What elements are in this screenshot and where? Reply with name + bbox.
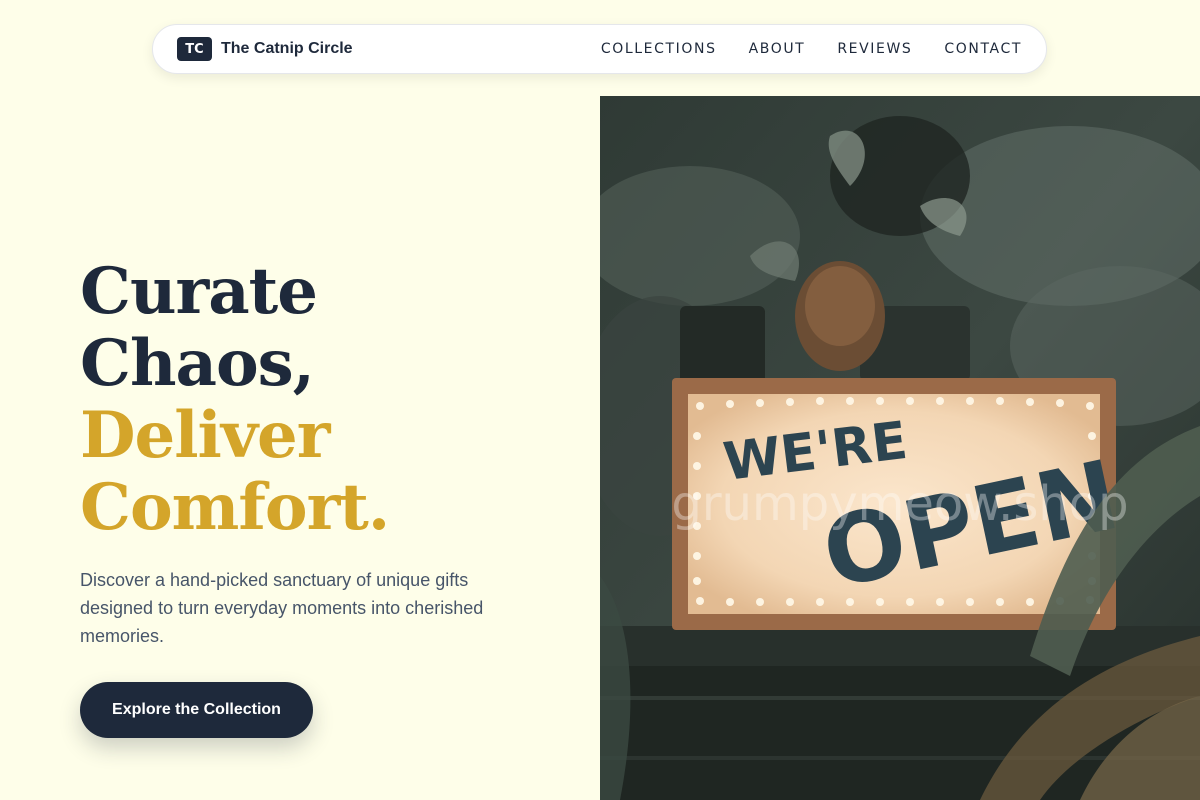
hero-title-line-3: Deliver [80,398,330,473]
brand[interactable]: TC The Catnip Circle [177,37,353,61]
nav-link-contact[interactable]: CONTACT [944,41,1022,57]
nav-link-about[interactable]: ABOUT [749,41,806,57]
top-navigation: TC The Catnip Circle COLLECTIONS ABOUT R… [152,24,1047,74]
explore-collection-button[interactable]: Explore the Collection [80,682,313,738]
nav-link-collections[interactable]: COLLECTIONS [601,41,717,57]
hero-title-line-2: Chaos, [80,326,315,401]
hero-photo-illustration: WE'RE OPEN grumpymeow.shop [600,96,1200,800]
nav-link-reviews[interactable]: REVIEWS [837,41,912,57]
logo-badge-icon: TC [177,37,212,61]
hero-title: Curate Chaos, Deliver Comfort. [80,254,390,545]
brand-name: The Catnip Circle [221,40,353,57]
hero-title-line-4: Comfort. [80,470,390,545]
hero-image: WE'RE OPEN grumpymeow.shop [600,96,1200,800]
hero-description: Discover a hand-picked sanctuary of uniq… [80,570,484,646]
watermark-text: grumpymeow.shop [671,476,1128,532]
hero-title-line-1: Curate [80,254,318,329]
nav-links: COLLECTIONS ABOUT REVIEWS CONTACT [601,41,1022,57]
